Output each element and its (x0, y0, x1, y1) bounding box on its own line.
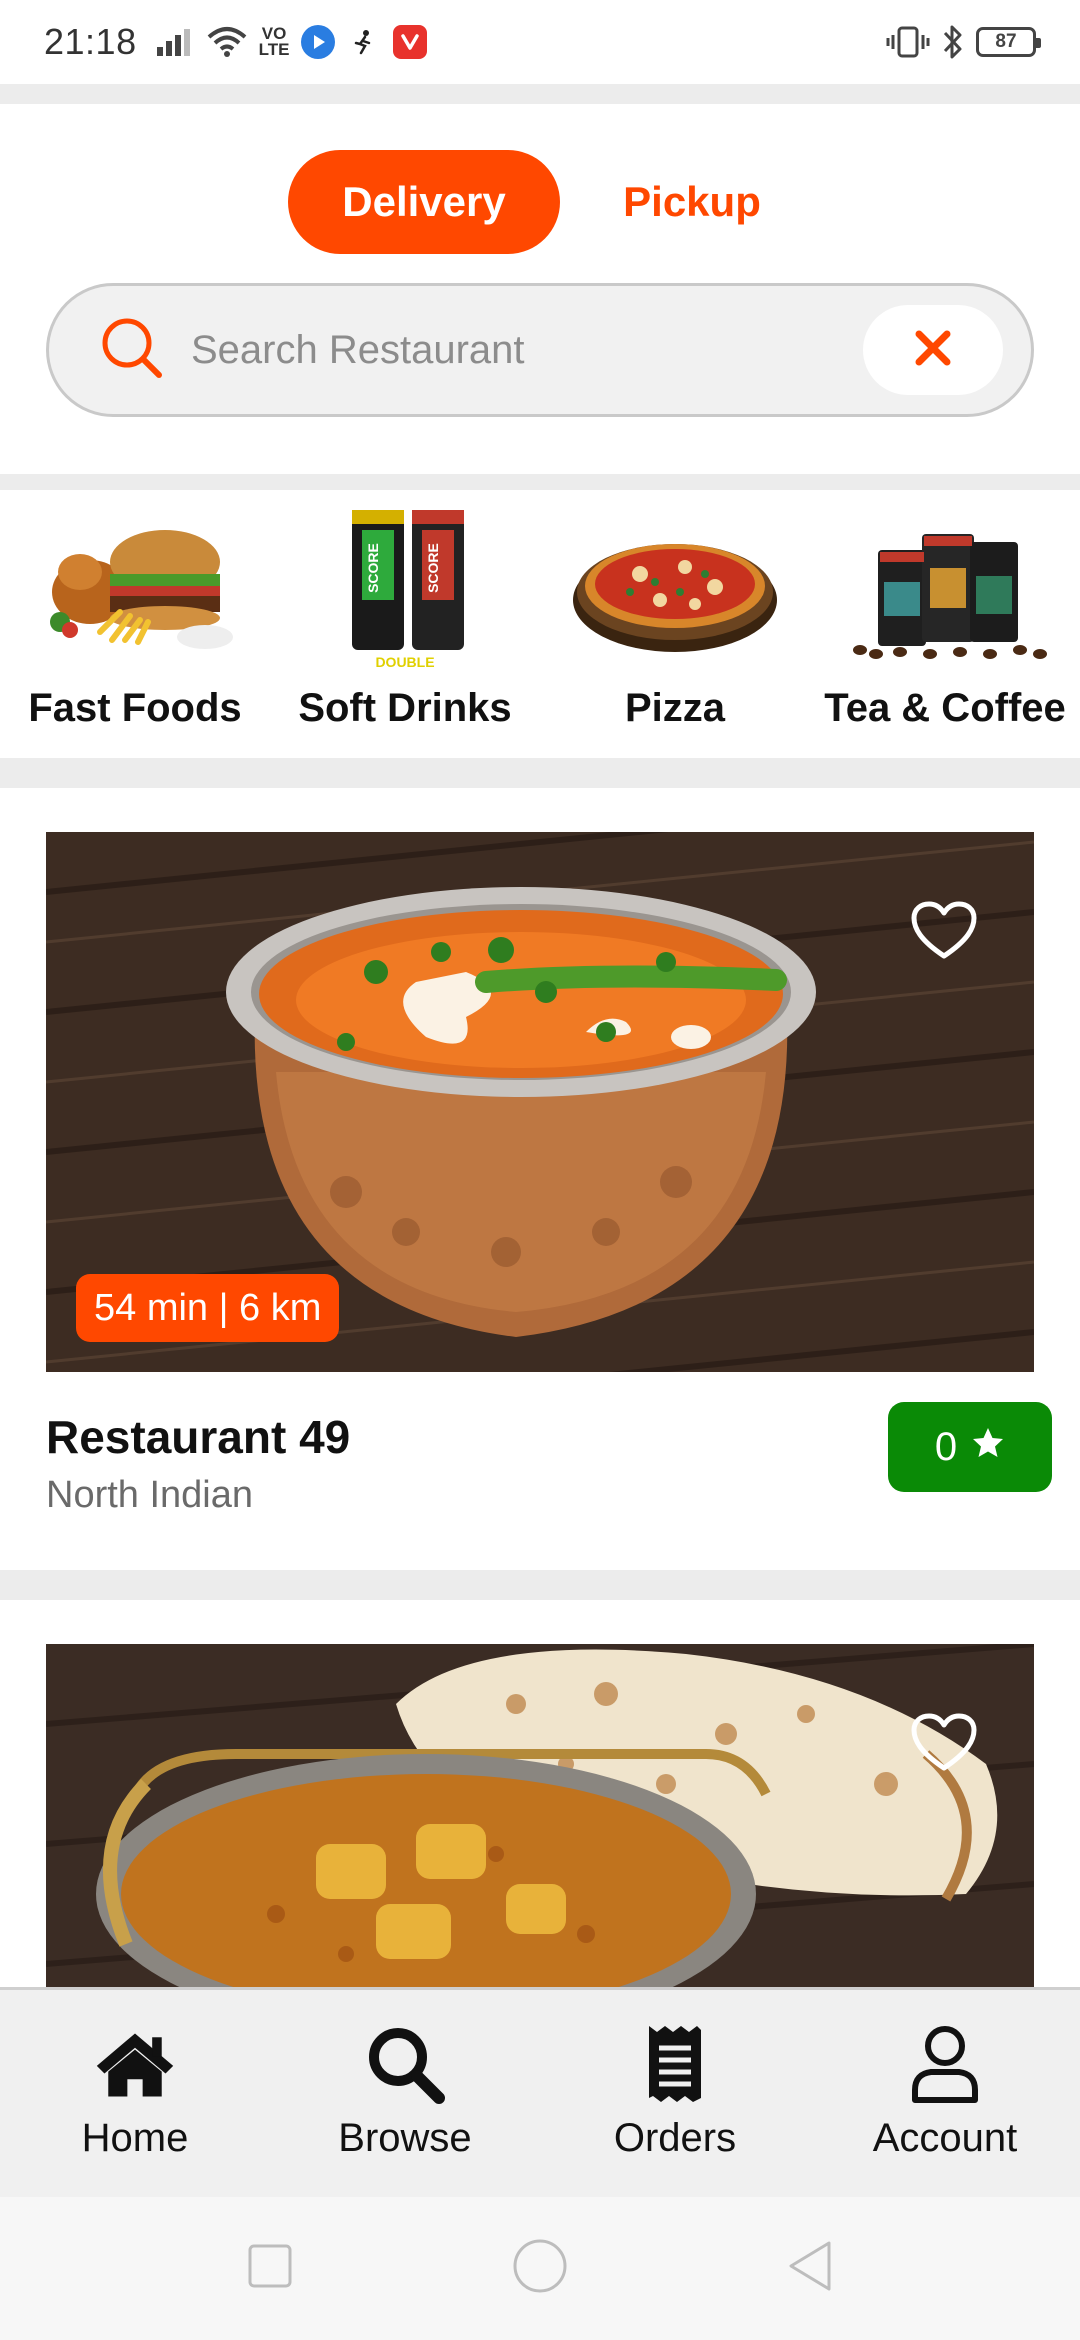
categories-divider (0, 758, 1080, 788)
clear-search-button[interactable] (863, 305, 1003, 395)
signal-icon (155, 27, 195, 57)
recents-button[interactable] (135, 2243, 405, 2294)
search-input[interactable] (191, 327, 863, 373)
category-soft-drinks[interactable]: SCORE SCORE DOUBLE Soft Drinks (270, 490, 540, 758)
heart-icon (910, 900, 978, 962)
volte-bottom-text: LTE (258, 40, 290, 59)
nav-label: Account (872, 2116, 1018, 2160)
play-app-icon (301, 25, 336, 59)
nav-label: Home (81, 2116, 189, 2160)
favorite-button[interactable] (910, 1712, 978, 1774)
receipt-icon (633, 2022, 717, 2106)
nav-account[interactable]: Account (810, 1990, 1080, 2197)
category-label: Fast Foods (28, 686, 242, 730)
rating-badge: 0 (888, 1402, 1052, 1492)
rating-value: 0 (934, 1424, 958, 1469)
close-icon (913, 328, 953, 373)
restaurant-name: Restaurant 49 (46, 1411, 351, 1463)
pizza-image (565, 502, 785, 672)
heart-icon (910, 1712, 978, 1774)
category-label: Pizza (624, 686, 726, 730)
status-icons-right: 87 (886, 24, 1041, 60)
mode-tabs: Delivery Pickup (0, 150, 1080, 254)
category-fast-foods[interactable]: Fast Foods (0, 490, 270, 758)
search-divider (0, 474, 1080, 490)
running-app-icon (347, 25, 382, 59)
star-icon (971, 1425, 1005, 1470)
square-icon (247, 2243, 293, 2294)
card-divider (0, 1570, 1080, 1600)
user-icon (903, 2022, 987, 2106)
volte-icon: VO LTE (258, 25, 290, 59)
drink-brand-text-2: SCORE (425, 543, 441, 593)
wifi-icon (207, 25, 247, 59)
system-navigation-bar (0, 2197, 1080, 2340)
drink-tag-text: DOUBLE (375, 654, 434, 670)
home-icon (93, 2022, 177, 2106)
category-carousel: Fast Foods SCORE SCORE DOUBLE Soft Drink… (0, 490, 1080, 758)
search-icon (363, 2022, 447, 2106)
bluetooth-icon (942, 24, 964, 60)
nav-home[interactable]: Home (0, 1990, 270, 2197)
vivaldi-app-icon (393, 25, 428, 59)
category-pizza[interactable]: Pizza (540, 490, 810, 758)
circle-icon (512, 2238, 568, 2299)
restaurant-card[interactable] (0, 1600, 1080, 1989)
vibrate-icon (886, 25, 930, 59)
drink-brand-text: SCORE (365, 543, 381, 593)
fast-foods-image (25, 502, 245, 672)
bottom-navigation: Home Browse Orders Account (0, 1987, 1080, 2197)
tea-coffee-image (835, 502, 1055, 672)
tab-delivery[interactable]: Delivery (288, 150, 560, 254)
nav-label: Orders (613, 2116, 737, 2160)
back-button[interactable] (675, 2239, 945, 2298)
app-screen: 21:18 VO LTE 87 Delivery Pickup Search R… (0, 0, 1080, 2340)
status-time: 21:18 (44, 21, 137, 62)
eta-badge: 54 min | 6 km (76, 1274, 340, 1342)
restaurant-card[interactable]: 54 min | 6 km Restaurant 49 North Indian… (0, 788, 1080, 1570)
restaurant-cuisine: North Indian (46, 1474, 254, 1516)
search-bar (46, 283, 1034, 417)
status-bar: 21:18 VO LTE 87 (0, 0, 1080, 84)
category-label: Soft Drinks (298, 686, 512, 730)
restaurant-image: 54 min | 6 km (46, 832, 1034, 1372)
nav-browse[interactable]: Browse (270, 1990, 540, 2197)
home-system-button[interactable] (405, 2238, 675, 2299)
category-tea-coffee[interactable]: Tea & Coffee (810, 490, 1080, 758)
search-icon (99, 315, 165, 386)
nav-orders[interactable]: Orders (540, 1990, 810, 2197)
status-icons-left: VO LTE (155, 25, 428, 59)
favorite-button[interactable] (910, 900, 978, 962)
category-label: Tea & Coffee (824, 686, 1066, 730)
header-divider (0, 84, 1080, 104)
soft-drinks-image: SCORE SCORE DOUBLE (295, 502, 515, 672)
tab-pickup[interactable]: Pickup (592, 150, 792, 254)
battery-icon: 87 (976, 27, 1041, 57)
restaurant-image (46, 1644, 1034, 1989)
nav-label: Browse (338, 2116, 472, 2160)
back-triangle-icon (786, 2239, 834, 2298)
